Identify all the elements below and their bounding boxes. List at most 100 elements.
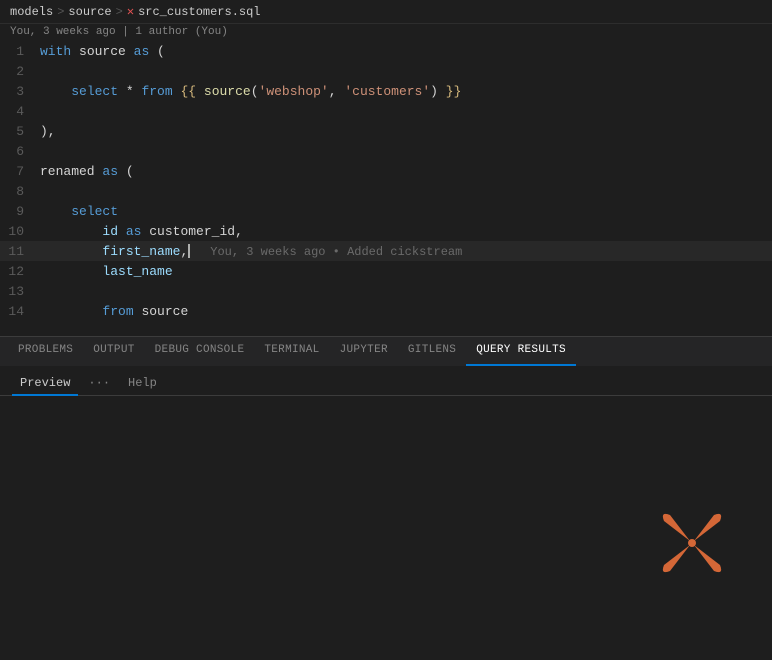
panel-tab-problems[interactable]: PROBLEMS (8, 336, 83, 366)
code-line-11: 11 first_name, You, 3 weeks ago • Added c… (0, 241, 772, 261)
code-line-7: 7renamed as ( (0, 161, 772, 181)
code-line-5: 5), (0, 121, 772, 141)
token (40, 84, 71, 99)
token: first_name (102, 244, 180, 259)
line-content-10: id as customer_id, (40, 224, 772, 239)
line-number-8: 8 (0, 184, 40, 199)
line-number-9: 9 (0, 204, 40, 219)
token: }} (446, 84, 462, 99)
token: ), (40, 124, 56, 139)
code-line-13: 13 (0, 281, 772, 301)
token: last_name (102, 264, 172, 279)
line-number-14: 14 (0, 304, 40, 319)
cursor (188, 244, 190, 258)
panel-tab-output[interactable]: OUTPUT (83, 336, 144, 366)
line-number-1: 1 (0, 44, 40, 59)
code-line-12: 12 last_name (0, 261, 772, 281)
token: 'customers' (344, 84, 430, 99)
token (40, 224, 102, 239)
panel-tab-query-results[interactable]: QUERY RESULTS (466, 336, 576, 366)
line-number-4: 4 (0, 104, 40, 119)
line-number-12: 12 (0, 264, 40, 279)
line-number-2: 2 (0, 64, 40, 79)
line-number-5: 5 (0, 124, 40, 139)
token: source (204, 84, 251, 99)
token: ( (149, 44, 165, 59)
token (40, 304, 102, 319)
app-container: models > source > ✕ src_customers.sql Yo… (0, 0, 772, 660)
git-blame-header: You, 3 weeks ago | 1 author (You) (0, 24, 772, 41)
tab-more-options[interactable]: ··· (82, 374, 116, 392)
token (118, 224, 126, 239)
breadcrumb-filename[interactable]: src_customers.sql (138, 5, 260, 19)
token: renamed (40, 164, 102, 179)
code-line-1: 1with source as ( (0, 41, 772, 61)
panel-tab-terminal[interactable]: TERMINAL (254, 336, 329, 366)
line-number-6: 6 (0, 144, 40, 159)
code-line-2: 2 (0, 61, 772, 81)
panel-tab-gitlens[interactable]: GITLENS (398, 336, 466, 366)
line-content-1: with source as ( (40, 44, 772, 59)
line-number-11: 11 (0, 244, 40, 259)
token: , (180, 244, 188, 259)
line-content-5: ), (40, 124, 772, 139)
breadcrumb-sep-1: > (57, 5, 64, 19)
code-line-6: 6 (0, 141, 772, 161)
code-line-8: 8 (0, 181, 772, 201)
token: as (134, 44, 150, 59)
panel-content: Preview ··· Help (0, 366, 772, 660)
token: {{ (180, 84, 196, 99)
line-number-3: 3 (0, 84, 40, 99)
line-content-14: from source (40, 304, 772, 319)
code-editor[interactable]: 1with source as (23 select * from {{ sou… (0, 41, 772, 321)
token (196, 84, 204, 99)
line-content-3: select * from {{ source('webshop', 'cust… (40, 84, 772, 99)
line-content-7: renamed as ( (40, 164, 772, 179)
panel-tab-debug-console[interactable]: DEBUG CONSOLE (145, 336, 255, 366)
token: as (126, 224, 142, 239)
code-line-3: 3 select * from {{ source('webshop', 'cu… (0, 81, 772, 101)
token: as (102, 164, 118, 179)
line-number-13: 13 (0, 284, 40, 299)
token: customer_id, (141, 224, 242, 239)
code-line-4: 4 (0, 101, 772, 121)
breadcrumb-source[interactable]: source (68, 5, 111, 19)
code-line-9: 9 select (0, 201, 772, 221)
token: select (71, 84, 118, 99)
token: ) (430, 84, 446, 99)
token: from (141, 84, 172, 99)
app-logo (652, 503, 732, 583)
token: source (134, 304, 189, 319)
breadcrumb: models > source > ✕ src_customers.sql (0, 0, 772, 24)
token: * (118, 84, 141, 99)
token: with (40, 44, 71, 59)
editor: 1with source as (23 select * from {{ sou… (0, 41, 772, 336)
code-line-10: 10 id as customer_id, (0, 221, 772, 241)
token (40, 204, 71, 219)
line-number-10: 10 (0, 224, 40, 239)
token (40, 264, 102, 279)
tab-preview[interactable]: Preview (12, 372, 78, 396)
token: select (71, 204, 118, 219)
code-line-14: 14 from source (0, 301, 772, 321)
token: ( (251, 84, 259, 99)
breadcrumb-sep-2: > (116, 5, 123, 19)
token: id (102, 224, 118, 239)
blame-text: You, 3 weeks ago | 1 author (You) (10, 26, 228, 38)
token: 'webshop' (259, 84, 329, 99)
line-number-7: 7 (0, 164, 40, 179)
panel-tabs: PROBLEMSOUTPUTDEBUG CONSOLETERMINALJUPYT… (0, 336, 772, 366)
line-content-12: last_name (40, 264, 772, 279)
token: source (71, 44, 133, 59)
token (40, 244, 102, 259)
token: from (102, 304, 133, 319)
token: ( (118, 164, 134, 179)
blame-inline: You, 3 weeks ago • Added c⁠ickstream (210, 245, 462, 259)
panel-tab-jupyter[interactable]: JUPYTER (330, 336, 398, 366)
token: , (329, 84, 345, 99)
tab-help[interactable]: Help (120, 372, 165, 394)
line-content-9: select (40, 204, 772, 219)
panel-subtabs: Preview ··· Help (0, 366, 772, 396)
file-error-icon: ✕ (127, 4, 134, 19)
breadcrumb-models[interactable]: models (10, 5, 53, 19)
